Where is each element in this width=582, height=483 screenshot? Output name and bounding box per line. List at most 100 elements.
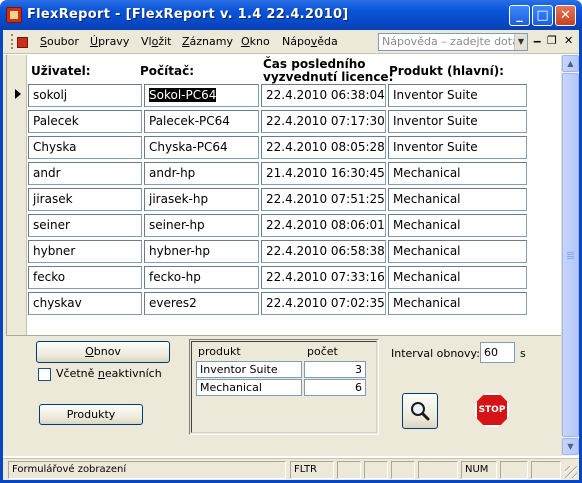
search-button[interactable] bbox=[402, 393, 438, 429]
cell-user[interactable]: jirasek bbox=[28, 188, 142, 211]
interval-input[interactable]: 60 bbox=[480, 342, 515, 363]
cell-user[interactable]: Palecek bbox=[28, 110, 142, 133]
menu-upravy[interactable]: Úpravy bbox=[90, 35, 129, 48]
cell-time[interactable]: 22.4.2010 07:17:30 bbox=[261, 110, 386, 133]
cell-product[interactable]: Inventor Suite bbox=[388, 84, 527, 107]
resize-grip-icon[interactable] bbox=[565, 466, 577, 478]
header-time-line1: Čas posledního bbox=[263, 57, 366, 71]
mdi-restore-button[interactable]: ❐ bbox=[547, 34, 557, 47]
refresh-button[interactable]: Obnov bbox=[36, 341, 170, 363]
scroll-grip bbox=[567, 252, 574, 253]
menu-napoveda[interactable]: Nápověda bbox=[282, 35, 338, 48]
summary-cell-product[interactable]: Mechanical bbox=[196, 379, 302, 396]
cell-computer[interactable]: Palecek-PC64 bbox=[144, 110, 259, 133]
help-search-placeholder: Nápověda – zadejte dotaz bbox=[382, 35, 525, 48]
status-panel-empty bbox=[364, 461, 388, 479]
scroll-grip bbox=[567, 254, 574, 255]
status-panel-empty bbox=[500, 461, 528, 479]
cell-time[interactable]: 22.4.2010 07:51:25 bbox=[261, 188, 386, 211]
cell-computer[interactable]: hybner-hp bbox=[144, 240, 259, 263]
close-button[interactable]: ✕ bbox=[555, 5, 576, 26]
header-user: Uživatel: bbox=[31, 64, 91, 78]
summary-cell-count[interactable]: 6 bbox=[304, 379, 366, 396]
cell-product[interactable]: Mechanical bbox=[388, 240, 527, 263]
cell-product[interactable]: Mechanical bbox=[388, 214, 527, 237]
menu-okno[interactable]: Okno bbox=[241, 35, 270, 48]
scroll-up-arrow-icon[interactable]: ▲ bbox=[562, 55, 579, 72]
cell-product[interactable]: Mechanical bbox=[388, 266, 527, 289]
status-panel-empty bbox=[391, 461, 415, 479]
cell-time[interactable]: 22.4.2010 07:33:16 bbox=[261, 266, 386, 289]
interval-label: Interval obnovy: bbox=[391, 347, 480, 360]
cell-computer[interactable]: Sokol-PC64 bbox=[144, 84, 259, 107]
cell-time[interactable]: 22.4.2010 06:38:04 bbox=[261, 84, 386, 107]
status-view-mode: Formulářové zobrazení bbox=[8, 461, 286, 479]
cell-user[interactable]: fecko bbox=[28, 266, 142, 289]
mdi-close-button[interactable]: ✕ bbox=[564, 34, 573, 47]
menu-bar: Soubor Úpravy Vložit Záznamy Okno Nápově… bbox=[3, 30, 579, 54]
cell-user[interactable]: Chyska bbox=[28, 136, 142, 159]
header-computer: Počítač: bbox=[140, 64, 195, 78]
products-button[interactable]: Produkty bbox=[39, 404, 143, 425]
subform-frame: produkt počet Inventor Suite 3 Mechanica… bbox=[191, 341, 377, 433]
vertical-scrollbar[interactable]: ▲ ▼ bbox=[561, 55, 579, 456]
cell-time[interactable]: 22.4.2010 08:05:28 bbox=[261, 136, 386, 159]
menu-vlozit[interactable]: Vložit bbox=[141, 35, 171, 48]
stop-button[interactable]: STOP bbox=[473, 391, 511, 429]
summary-header-count: počet bbox=[307, 345, 338, 358]
title-bar[interactable]: FlexReport - [FlexReport v. 1.4 22.4.201… bbox=[0, 0, 582, 30]
scroll-down-arrow-icon[interactable]: ▼ bbox=[562, 438, 579, 455]
cell-computer[interactable]: everes2 bbox=[144, 292, 259, 315]
continuous-form-detail: Uživatel: Počítač: Čas posledního vyzved… bbox=[6, 55, 561, 335]
summary-cell-product[interactable]: Inventor Suite bbox=[196, 361, 302, 378]
status-panel-empty bbox=[418, 461, 458, 479]
app-icon[interactable] bbox=[6, 7, 22, 23]
cell-product[interactable]: Inventor Suite bbox=[388, 136, 527, 159]
menu-soubor[interactable]: Soubor bbox=[40, 35, 79, 48]
cell-user[interactable]: andr bbox=[28, 162, 142, 185]
summary-cell-count[interactable]: 3 bbox=[304, 361, 366, 378]
cell-product[interactable]: Mechanical bbox=[388, 188, 527, 211]
stop-sign-icon: STOP bbox=[475, 393, 509, 427]
status-num: NUM bbox=[461, 461, 497, 479]
scroll-grip bbox=[567, 258, 574, 259]
chevron-down-icon[interactable]: ▼ bbox=[514, 34, 527, 50]
include-inactive-checkbox[interactable] bbox=[38, 368, 51, 381]
scrollbar-thumb[interactable] bbox=[562, 73, 579, 437]
header-time-line2: vyzvednutí licence: bbox=[263, 70, 394, 84]
cell-product[interactable]: Mechanical bbox=[388, 292, 527, 315]
cell-user[interactable]: hybner bbox=[28, 240, 142, 263]
cell-user[interactable]: seiner bbox=[28, 214, 142, 237]
cell-computer[interactable]: seiner-hp bbox=[144, 214, 259, 237]
form-footer: Obnov Včetně neaktivních Produkty produk… bbox=[6, 336, 561, 456]
current-record-indicator-icon bbox=[15, 89, 21, 99]
cell-product[interactable]: Mechanical bbox=[388, 162, 527, 185]
form-icon[interactable] bbox=[11, 34, 28, 49]
window-title: FlexReport - [FlexReport v. 1.4 22.4.201… bbox=[27, 7, 349, 22]
summary-header-product: produkt bbox=[198, 345, 241, 358]
include-inactive-label[interactable]: Včetně neaktivních bbox=[56, 367, 162, 380]
status-panel-empty bbox=[337, 461, 361, 479]
cell-time[interactable]: 22.4.2010 06:58:38 bbox=[261, 240, 386, 263]
cell-time[interactable]: 22.4.2010 08:06:01 bbox=[261, 214, 386, 237]
scroll-grip bbox=[567, 256, 574, 257]
help-search-input[interactable]: Nápověda – zadejte dotaz ▼ bbox=[378, 33, 528, 51]
cell-user[interactable]: chyskav bbox=[28, 292, 142, 315]
cell-computer[interactable]: Chyska-PC64 bbox=[144, 136, 259, 159]
cell-time[interactable]: 22.4.2010 07:02:35 bbox=[261, 292, 386, 315]
cell-time[interactable]: 21.4.2010 16:30:45 bbox=[261, 162, 386, 185]
menu-zaznamy[interactable]: Záznamy bbox=[182, 35, 233, 48]
cell-product[interactable]: Inventor Suite bbox=[388, 110, 527, 133]
selected-text: Sokol-PC64 bbox=[149, 88, 217, 102]
interval-unit: s bbox=[520, 347, 526, 360]
minimize-button[interactable]: _ bbox=[509, 5, 530, 26]
cell-computer[interactable]: fecko-hp bbox=[144, 266, 259, 289]
maximize-button[interactable]: □ bbox=[532, 5, 553, 26]
status-panel-empty bbox=[531, 461, 561, 479]
cell-computer[interactable]: jirasek-hp bbox=[144, 188, 259, 211]
cell-user[interactable]: sokolj bbox=[28, 84, 142, 107]
status-bar: Formulářové zobrazení FLTR NUM bbox=[3, 458, 579, 480]
cell-computer[interactable]: andr-hp bbox=[144, 162, 259, 185]
product-summary-subform: produkt počet Inventor Suite 3 Mechanica… bbox=[189, 339, 379, 435]
mdi-minimize-button[interactable]: ‒ bbox=[533, 34, 541, 48]
